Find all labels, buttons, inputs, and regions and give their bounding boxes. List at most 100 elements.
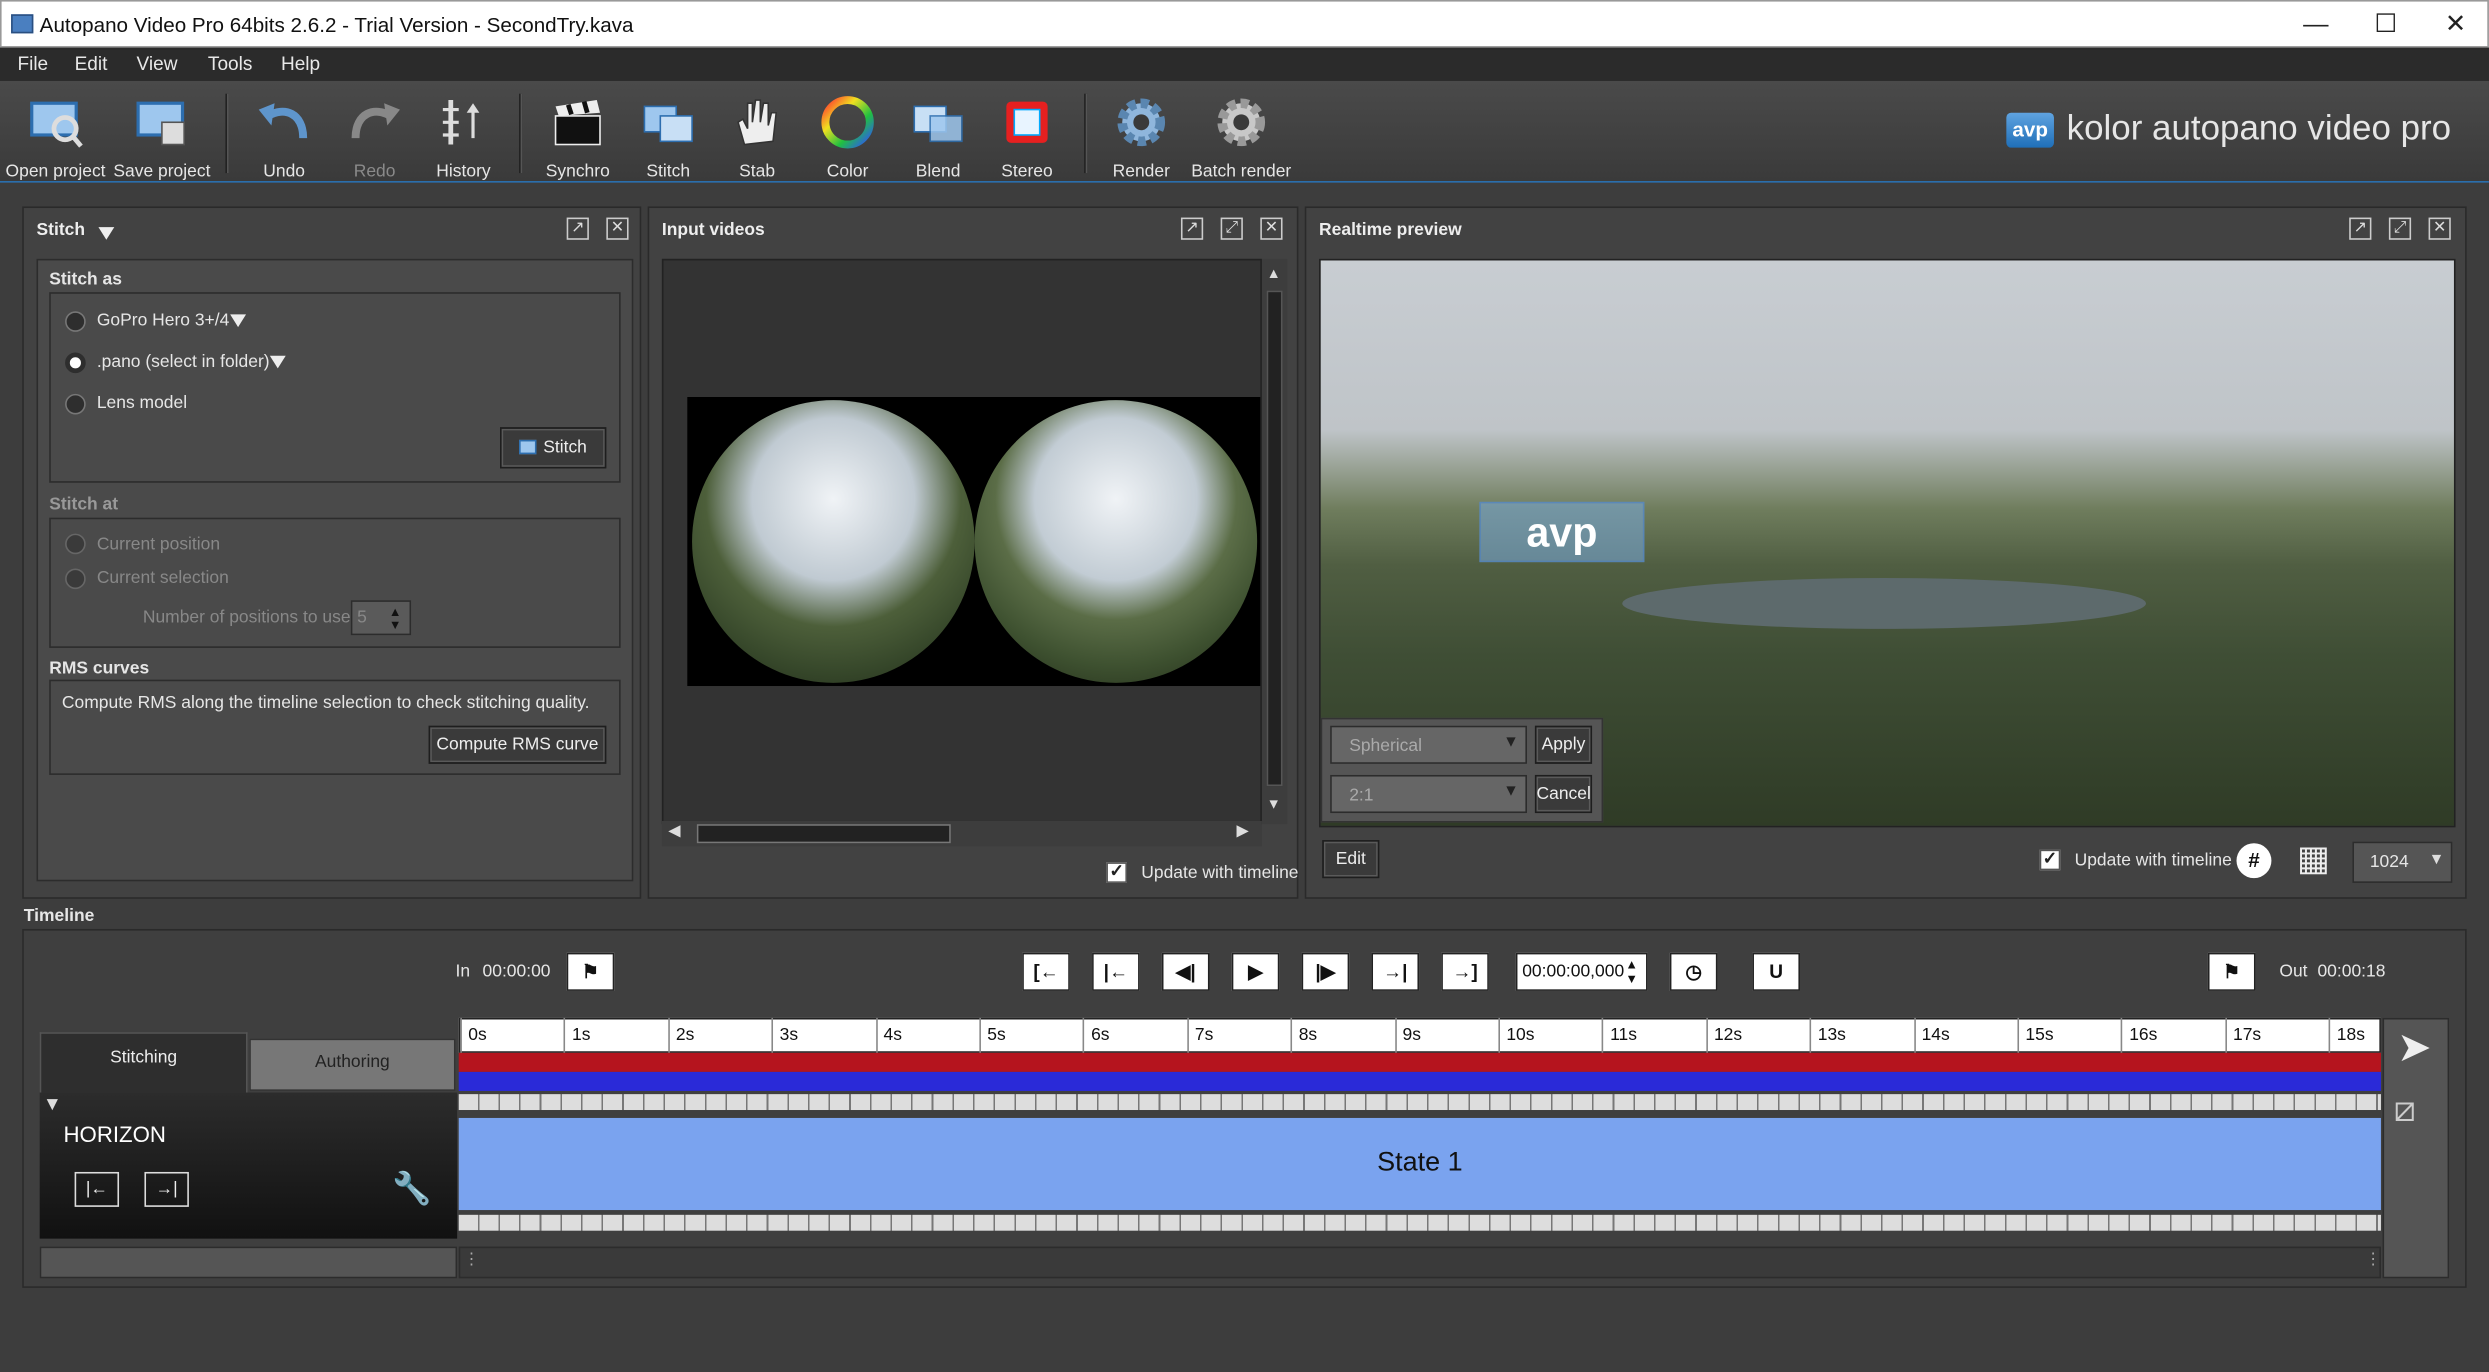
batch-render-button[interactable]: Batch render	[1191, 91, 1291, 183]
time-down-icon[interactable]: ▼	[1625, 972, 1638, 986]
tab-authoring[interactable]: Authoring	[249, 1038, 456, 1091]
ruler-tick: 7s	[1186, 1017, 1213, 1053]
stitch-as-group: GoPro Hero 3+/4 .pano (select in folder)…	[49, 292, 621, 483]
time-unit-button[interactable]: ◷	[1669, 952, 1718, 991]
previous-frame-button[interactable]: ◀|	[1161, 952, 1210, 991]
magnet-snap-button[interactable]: U	[1752, 952, 1800, 991]
next-frame-button[interactable]: |▶	[1301, 952, 1350, 991]
lake	[1622, 578, 2147, 629]
track-next-key-button[interactable]: →|	[144, 1171, 189, 1207]
positions-count-stepper[interactable]: 5 ▲ ▼	[350, 600, 412, 636]
state-label: State 1	[1377, 1146, 1463, 1177]
horizontal-scrollbar[interactable]: ◀ ▶	[661, 820, 1262, 847]
projection-select[interactable]: Spherical ▼	[1330, 725, 1527, 764]
gopro-label: GoPro Hero 3+/4	[96, 311, 230, 331]
clapperboard-icon	[554, 100, 601, 146]
gopro-dropdown-icon[interactable]	[230, 314, 247, 328]
scroll-left-icon[interactable]: ◀	[668, 823, 680, 840]
maximize-panel-icon[interactable]: ⤢	[1220, 217, 1243, 240]
menu-file[interactable]: File	[17, 52, 48, 74]
slice-tool-icon[interactable]: ⧄	[2394, 1089, 2416, 1130]
set-out-flag-button[interactable]: ⚑	[2207, 952, 2256, 991]
play-button[interactable]: ▶	[1231, 952, 1280, 991]
next-key-button[interactable]: →|	[1371, 952, 1420, 991]
go-to-out-button[interactable]: →]	[1441, 952, 1489, 991]
blend-icon	[913, 105, 963, 143]
vertical-scrollbar[interactable]: ▲ ▼	[1261, 258, 1288, 825]
open-project-button[interactable]: Open project	[6, 91, 106, 183]
go-to-in-button[interactable]: [←	[1022, 952, 1070, 991]
close-panel-icon[interactable]: ✕	[2428, 217, 2451, 240]
radio-current-selection[interactable]	[65, 568, 86, 590]
undock-icon[interactable]: ↗	[566, 217, 589, 240]
ruler-tick: 1s	[564, 1017, 591, 1053]
input-videos-viewport[interactable]	[661, 258, 1262, 825]
input-videos-panel: Input videos ↗ ⤢ ✕ ▲ ▼ ◀ ▶ ✓ Update with…	[647, 206, 1299, 899]
collapse-track-icon[interactable]: ▼	[43, 1093, 62, 1115]
ruler-tick: 11s	[1602, 1017, 1637, 1053]
compute-rms-button[interactable]: Compute RMS curve	[428, 725, 607, 764]
radio-pano[interactable]	[65, 352, 86, 374]
input-videos-title: Input videos	[661, 220, 765, 240]
set-in-flag-button[interactable]: ⚑	[566, 952, 615, 991]
stepper-down-icon[interactable]: ▼	[389, 618, 402, 632]
scroll-down-icon[interactable]: ▼	[1267, 796, 1281, 812]
in-out-range-bar[interactable]	[458, 1052, 2381, 1072]
ruler-tick: 4s	[875, 1017, 902, 1053]
menu-help[interactable]: Help	[281, 52, 320, 74]
preview-update-checkbox[interactable]: ✓	[2039, 849, 2061, 871]
radio-gopro[interactable]	[65, 311, 86, 332]
menu-bar: File Edit View Tools Help	[0, 47, 2489, 81]
ratio-select[interactable]: 2:1 ▼	[1330, 774, 1527, 814]
menu-view[interactable]: View	[137, 52, 178, 74]
save-project-button[interactable]: Save project	[113, 91, 210, 183]
close-window-button[interactable]: ✕	[2421, 2, 2489, 48]
close-panel-icon[interactable]: ✕	[1260, 217, 1283, 240]
input-update-checkbox[interactable]: ✓	[1106, 862, 1127, 883]
in-label: In	[455, 962, 471, 982]
menu-edit[interactable]: Edit	[75, 52, 108, 74]
maximize-panel-icon[interactable]: ⤢	[2388, 217, 2412, 240]
radio-current-position[interactable]	[65, 533, 86, 555]
previous-key-button[interactable]: |←	[1092, 952, 1140, 991]
stitch-panel-title: Stitch	[36, 220, 86, 240]
app-icon	[11, 14, 34, 34]
undock-icon[interactable]: ↗	[2349, 217, 2372, 240]
track-name: HORIZON	[63, 1121, 166, 1147]
grid-icon[interactable]: ▦	[2297, 841, 2335, 878]
stitch-button[interactable]: Stitch	[499, 427, 607, 469]
render-button[interactable]: Render	[1094, 91, 1189, 183]
selection-range-bar[interactable]	[458, 1071, 2381, 1091]
timeline-scrollbar[interactable]: ⋮ ⋮	[458, 1246, 2381, 1279]
menu-tools[interactable]: Tools	[208, 52, 252, 74]
current-time-field[interactable]: 00:00:00,000 ▲ ▼	[1515, 952, 1648, 991]
track-previous-key-button[interactable]: |←	[74, 1171, 120, 1207]
current-position-label: Current position	[96, 535, 221, 555]
grid-number-icon[interactable]: #	[2236, 843, 2272, 879]
chevron-down-icon: ▼	[2428, 851, 2445, 869]
scroll-right-icon[interactable]: ▶	[1237, 823, 1249, 840]
ruler-tick: 8s	[1290, 1017, 1317, 1053]
apply-button[interactable]: Apply	[1534, 725, 1593, 764]
stitch-panel-menu-icon[interactable]	[98, 227, 115, 240]
maximize-button[interactable]: ☐	[2351, 2, 2421, 48]
state-block[interactable]: State 1	[458, 1117, 2381, 1211]
wrench-icon[interactable]: 🔧	[392, 1169, 432, 1209]
stereo-button[interactable]: Stereo	[979, 91, 1074, 183]
minimize-button[interactable]: —	[2281, 2, 2351, 48]
pointer-tool-icon[interactable]: ➤	[2397, 1023, 2432, 1072]
tab-stitching[interactable]: Stitching	[39, 1032, 248, 1093]
resolution-select[interactable]: 1024 ▼	[2352, 841, 2453, 883]
save-project-icon	[136, 101, 185, 146]
history-button[interactable]: History	[416, 91, 511, 183]
edit-button[interactable]: Edit	[1322, 840, 1380, 879]
radio-lens-model[interactable]	[65, 393, 86, 415]
open-project-icon	[30, 101, 83, 148]
close-panel-icon[interactable]: ✕	[606, 217, 629, 240]
time-up-icon[interactable]: ▲	[1625, 958, 1638, 972]
ruler-tick: 6s	[1083, 1017, 1110, 1053]
undock-icon[interactable]: ↗	[1180, 217, 1204, 240]
pano-dropdown-icon[interactable]	[269, 355, 286, 369]
scroll-up-icon[interactable]: ▲	[1267, 265, 1281, 281]
cancel-button[interactable]: Cancel	[1534, 774, 1593, 814]
